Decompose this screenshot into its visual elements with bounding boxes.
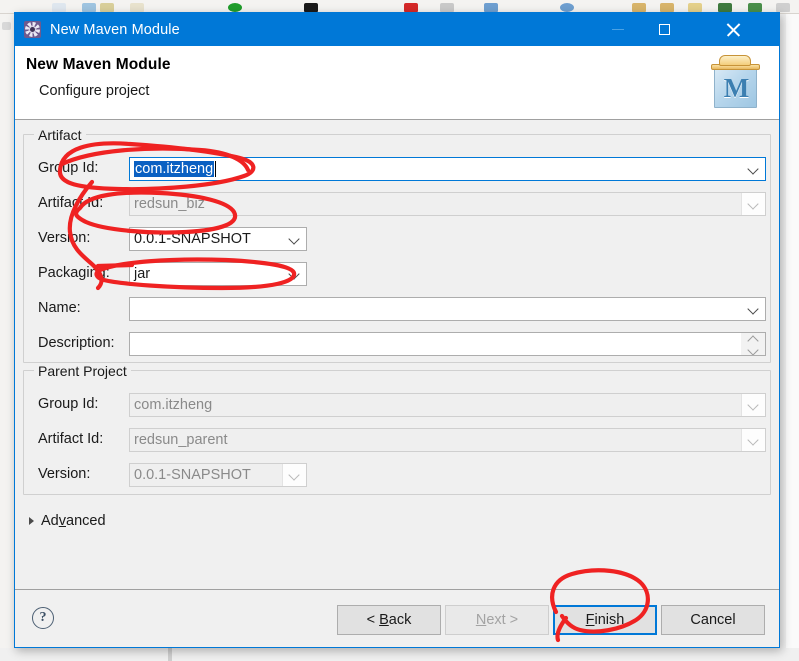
field-row-name: Name: <box>24 297 772 323</box>
field-row-parent-group-id: Group Id: com.itzheng <box>24 393 772 419</box>
field-row-version: Version: 0.0.1-SNAPSHOT <box>24 227 772 253</box>
description-input[interactable] <box>129 332 766 356</box>
group-id-value: com.itzheng <box>134 161 215 177</box>
parent-version-value: 0.0.1-SNAPSHOT <box>134 467 251 483</box>
maven-logo-letter: M <box>723 73 750 103</box>
name-combo[interactable] <box>129 297 766 321</box>
minimize-button[interactable] <box>595 13 641 46</box>
page-subtitle: Configure project <box>39 83 150 99</box>
parent-artifact-id-value: redsun_parent <box>134 432 228 448</box>
parent-group-id-value: com.itzheng <box>134 397 213 413</box>
chevron-down-icon <box>289 469 300 480</box>
cancel-button[interactable]: Cancel <box>661 605 765 635</box>
help-icon[interactable]: ? <box>32 607 54 629</box>
label-artifact-id: Artifact Id: <box>38 195 104 211</box>
label-group-id: Group Id: <box>38 160 99 176</box>
gear-icon <box>24 21 41 38</box>
chevron-down-icon <box>748 434 759 445</box>
version-combo[interactable]: 0.0.1-SNAPSHOT <box>129 227 307 251</box>
field-row-packaging: Packaging: jar <box>24 262 772 288</box>
minimize-icon <box>612 29 624 30</box>
page-title: New Maven Module <box>26 56 171 73</box>
eclipse-editor-background <box>786 14 799 661</box>
advanced-label: Advanced <box>41 513 106 529</box>
field-row-description: Description: <box>24 332 772 358</box>
label-parent-artifact-id: Artifact Id: <box>38 431 104 447</box>
wizard-header: New Maven Module Configure project M <box>15 46 779 120</box>
parent-project-group-label: Parent Project <box>34 363 131 379</box>
dialog-button-bar: ? < Back Next > Finish Cancel <box>15 590 779 646</box>
cancel-button-label: Cancel <box>690 612 736 628</box>
label-parent-version: Version: <box>38 466 91 482</box>
parent-project-group: Parent Project Group Id: com.itzheng Art… <box>23 363 772 495</box>
artifact-group-label: Artifact <box>34 127 86 143</box>
finish-button-label: Finish <box>585 612 625 628</box>
packaging-combo[interactable]: jar <box>129 262 307 286</box>
label-version: Version: <box>38 230 91 246</box>
next-button: Next > <box>445 605 549 635</box>
label-name: Name: <box>38 300 81 316</box>
parent-version-combo[interactable]: 0.0.1-SNAPSHOT <box>129 463 307 487</box>
description-stepper[interactable] <box>741 333 765 355</box>
chevron-down-icon[interactable] <box>289 268 300 279</box>
maximize-button[interactable] <box>641 13 687 46</box>
chevron-down-icon[interactable] <box>289 233 300 244</box>
parent-artifact-id-combo[interactable]: redsun_parent <box>129 428 766 452</box>
field-row-artifact-id: Artifact Id: redsun_biz <box>24 192 772 218</box>
next-button-label: Next > <box>475 612 519 628</box>
group-id-combo[interactable]: com.itzheng <box>129 157 766 181</box>
close-button[interactable] <box>687 13 779 46</box>
artifact-id-value: redsun_biz <box>134 196 205 212</box>
finish-button[interactable]: Finish <box>553 605 657 635</box>
back-button-label: < Back <box>366 612 412 628</box>
back-button[interactable]: < Back <box>337 605 441 635</box>
artifact-group: Artifact Group Id: com.itzheng Artifact … <box>23 127 772 363</box>
field-row-group-id: Group Id: com.itzheng <box>24 157 772 183</box>
label-description: Description: <box>38 335 115 351</box>
label-packaging: Packaging: <box>38 265 110 281</box>
field-row-parent-artifact-id: Artifact Id: redsun_parent <box>24 428 772 454</box>
wizard-body: Artifact Group Id: com.itzheng Artifact … <box>15 120 779 590</box>
packaging-value: jar <box>134 266 151 282</box>
text-caret <box>215 161 217 177</box>
window-title: New Maven Module <box>50 21 180 38</box>
eclipse-sash <box>168 648 172 661</box>
field-row-parent-version: Version: 0.0.1-SNAPSHOT <box>24 463 772 489</box>
version-value: 0.0.1-SNAPSHOT <box>134 231 251 247</box>
chevron-down-icon[interactable] <box>748 163 759 174</box>
eclipse-bottom-background <box>0 648 799 661</box>
chevron-down-icon[interactable] <box>748 303 759 314</box>
label-parent-group-id: Group Id: <box>38 396 99 412</box>
chevron-down-icon[interactable] <box>747 344 759 353</box>
dialog-title-bar[interactable]: New Maven Module <box>15 13 779 46</box>
chevron-down-icon <box>748 399 759 410</box>
new-maven-module-dialog: New Maven Module New Maven Module Config… <box>14 12 780 648</box>
triangle-right-icon <box>29 517 34 525</box>
chevron-down-icon <box>748 198 759 209</box>
parent-group-id-combo[interactable]: com.itzheng <box>129 393 766 417</box>
chevron-up-icon[interactable] <box>747 335 759 344</box>
eclipse-left-gutter <box>0 14 14 661</box>
artifact-id-combo[interactable]: redsun_biz <box>129 192 766 216</box>
help-glyph: ? <box>39 610 47 625</box>
maximize-icon <box>658 24 670 35</box>
maven-module-icon: M <box>710 52 762 110</box>
advanced-section-toggle[interactable]: Advanced <box>29 513 106 529</box>
close-icon <box>726 23 740 37</box>
